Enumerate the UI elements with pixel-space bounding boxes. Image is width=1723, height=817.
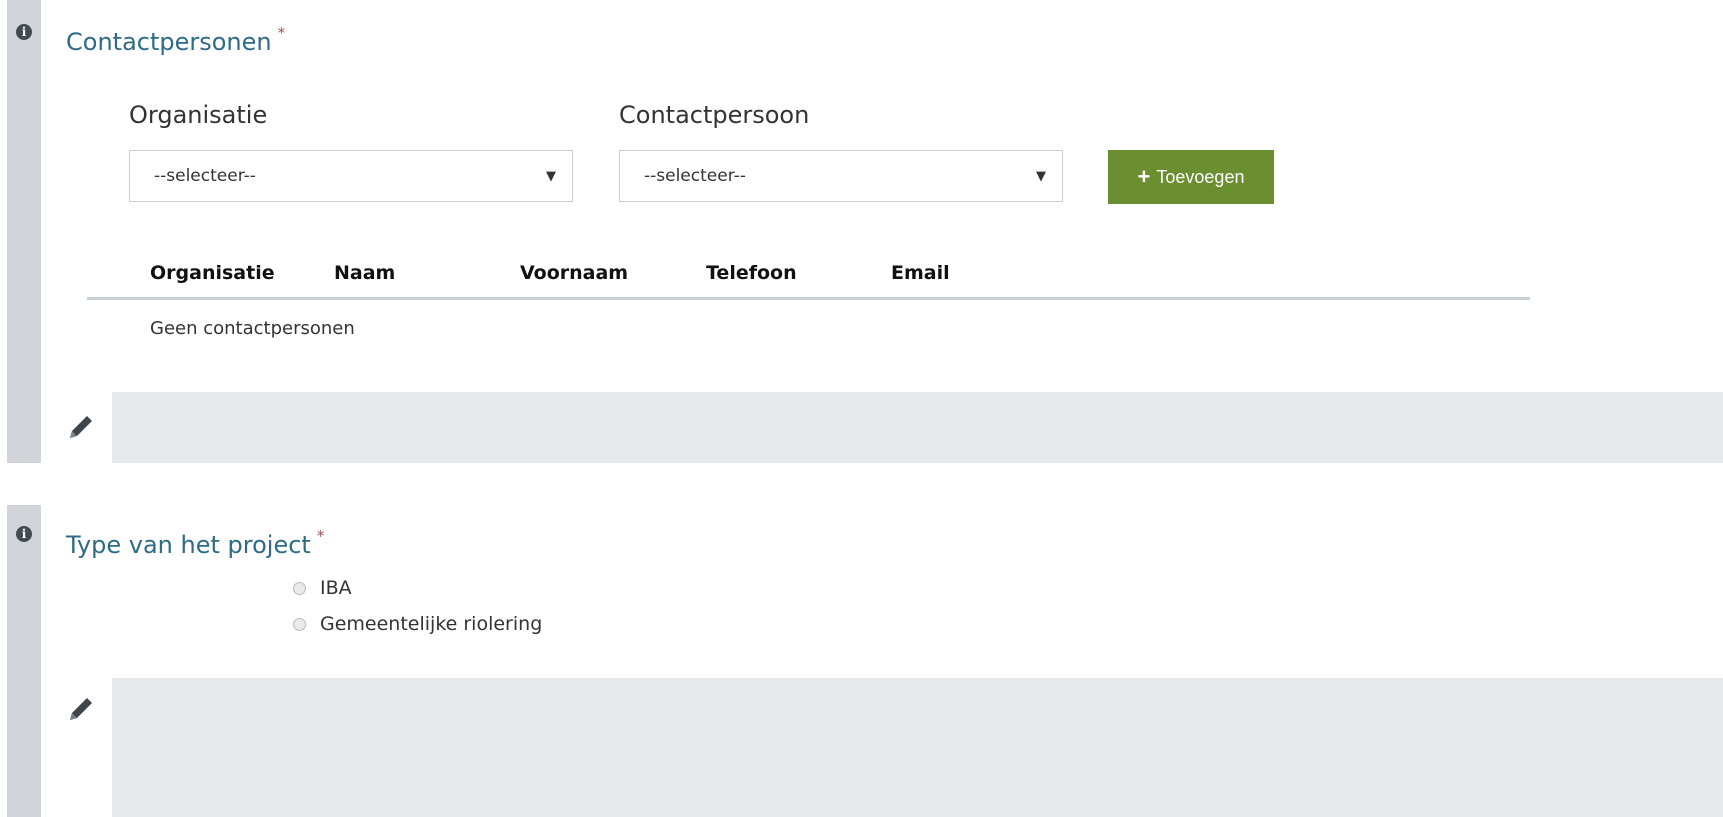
caret-down-icon: ▼ xyxy=(1036,169,1046,184)
add-contact-button[interactable]: + Toevoegen xyxy=(1108,150,1274,204)
column-header-email: Email xyxy=(891,262,950,284)
table-header-divider xyxy=(87,297,1530,300)
project-type-option-iba[interactable]: IBA xyxy=(293,577,352,599)
required-marker: * xyxy=(277,24,286,42)
column-header-first-name: Voornaam xyxy=(520,262,629,284)
section-footer-bar xyxy=(112,678,1723,817)
section-title-text: Contactpersonen xyxy=(66,28,272,56)
contact-person-label: Contactpersoon xyxy=(619,101,810,129)
column-header-name: Naam xyxy=(334,262,396,284)
info-icon[interactable]: i xyxy=(16,526,32,542)
empty-table-message: Geen contactpersonen xyxy=(150,318,355,339)
project-type-option-gemeentelijke-riolering[interactable]: Gemeentelijke riolering xyxy=(293,613,542,635)
pencil-icon[interactable] xyxy=(66,412,96,442)
info-icon[interactable]: i xyxy=(16,24,32,40)
section-title: Type van het project * xyxy=(66,527,324,559)
add-button-label: Toevoegen xyxy=(1156,166,1245,187)
section-gutter xyxy=(7,505,41,817)
project-type-section: i Type van het project * IBA Gemeentelijk… xyxy=(0,505,1723,817)
contact-person-select-value: --selecteer-- xyxy=(644,166,746,186)
column-header-organisation: Organisatie xyxy=(150,262,275,284)
caret-down-icon: ▼ xyxy=(546,169,556,184)
radio-button[interactable] xyxy=(293,581,306,595)
contacts-section: i Contactpersonen * Organisatie Contactpe… xyxy=(0,0,1723,463)
section-gutter xyxy=(7,0,41,463)
section-title-text: Type van het project xyxy=(66,531,311,559)
radio-label: Gemeentelijke riolering xyxy=(320,613,543,635)
organisation-select-value: --selecteer-- xyxy=(154,166,256,186)
organisation-select[interactable]: --selecteer-- ▼ xyxy=(129,150,573,202)
column-header-phone: Telefoon xyxy=(706,262,797,284)
radio-label: IBA xyxy=(320,577,352,599)
required-marker: * xyxy=(316,527,325,545)
section-footer-bar xyxy=(112,392,1723,463)
plus-icon: + xyxy=(1137,164,1151,189)
radio-button[interactable] xyxy=(293,617,306,631)
section-title: Contactpersonen * xyxy=(66,24,285,56)
contact-person-select[interactable]: --selecteer-- ▼ xyxy=(619,150,1063,202)
organisation-label: Organisatie xyxy=(129,101,268,129)
pencil-icon[interactable] xyxy=(66,694,96,724)
